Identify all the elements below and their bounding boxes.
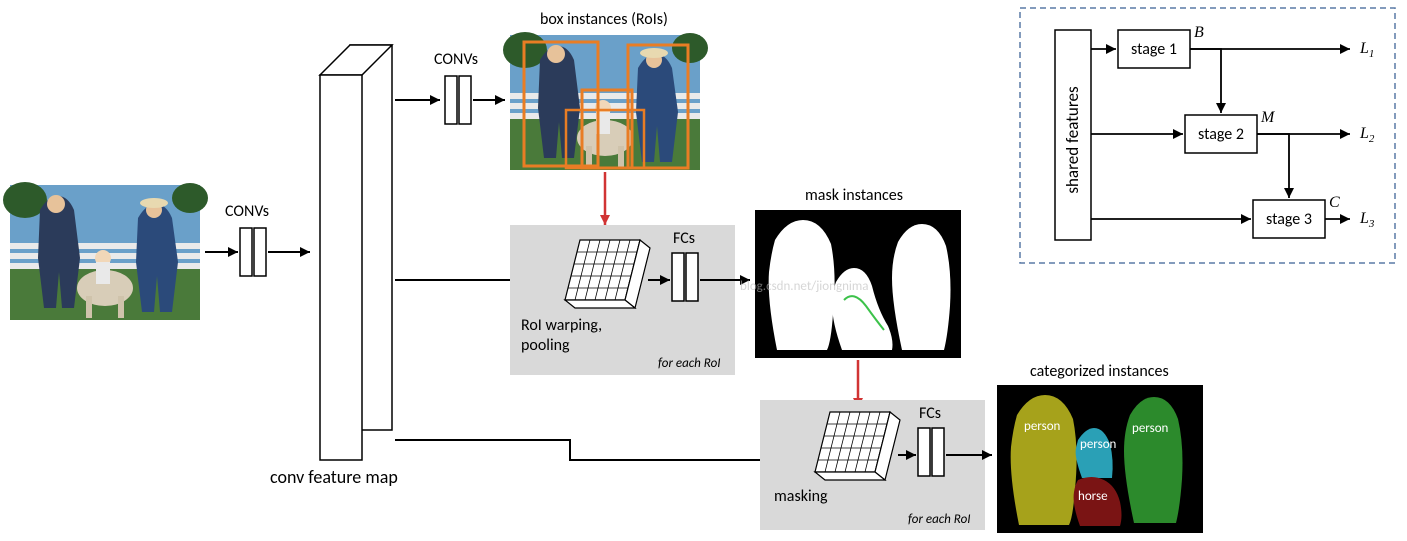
roi-warping-label: RoI warping, xyxy=(521,316,602,335)
categorized-image: person person person horse xyxy=(997,385,1203,533)
conv-feature-map-label: conv feature map xyxy=(270,466,398,488)
for-each-roi-2: for each RoI xyxy=(908,512,971,527)
label-horse: horse xyxy=(1078,489,1108,504)
label-person3: person xyxy=(1132,421,1169,436)
roi-pooling-label: pooling xyxy=(521,336,570,355)
label-person1: person xyxy=(1024,419,1061,434)
rois-image xyxy=(503,32,708,170)
arrow xyxy=(1190,49,1221,113)
fcs2-label: FCs xyxy=(919,404,941,423)
roi-grid xyxy=(565,240,650,308)
arrow xyxy=(1257,134,1289,198)
architecture-diagram: person person person horse shared featur… xyxy=(0,0,1407,541)
masking-grid xyxy=(815,412,900,480)
input-image xyxy=(3,182,208,320)
fcs1-label: FCs xyxy=(673,229,695,248)
stage1-label: stage 1 xyxy=(1131,40,1177,59)
L1-label: L1 xyxy=(1360,40,1374,60)
convs-block-2 xyxy=(445,76,471,124)
stage3-label: stage 3 xyxy=(1266,210,1312,229)
for-each-roi-1: for each RoI xyxy=(658,356,721,371)
M-label: M xyxy=(1261,109,1274,127)
label-person2: person xyxy=(1080,437,1117,452)
box-instances-label: box instances (RoIs) xyxy=(540,10,668,29)
convs2-label: CONVs xyxy=(434,50,478,69)
C-label: C xyxy=(1329,194,1340,212)
L2-label: L2 xyxy=(1360,125,1374,145)
arrow xyxy=(395,440,810,460)
convs1-label: CONVs xyxy=(225,202,269,221)
categorized-instances-label: categorized instances xyxy=(1030,362,1169,381)
conv-feature-map xyxy=(320,45,392,460)
shared-features-label: shared features xyxy=(1062,86,1083,194)
B-label: B xyxy=(1194,24,1204,42)
convs-block-1 xyxy=(240,228,266,276)
watermark: blog.csdn.net/jiongnima xyxy=(740,279,869,294)
mask-instances-label: mask instances xyxy=(805,186,903,205)
stage2-label: stage 2 xyxy=(1198,125,1244,144)
masking-label: masking xyxy=(774,487,828,506)
L3-label: L3 xyxy=(1360,210,1374,230)
